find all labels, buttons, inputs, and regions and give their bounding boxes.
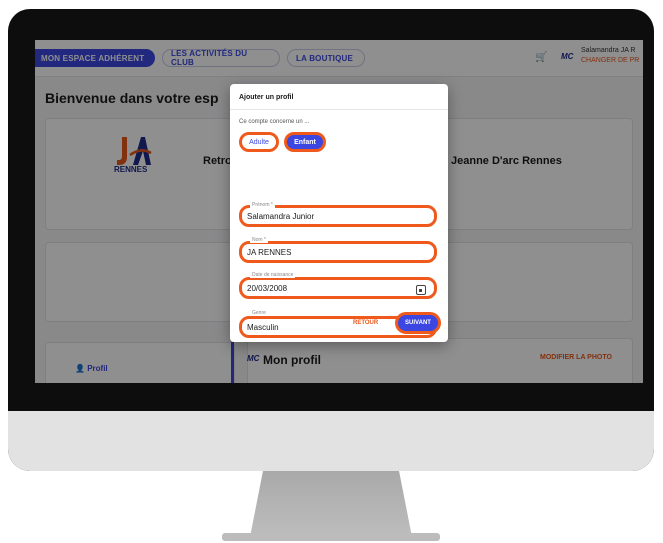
cart-icon[interactable]: 🛒 [535, 52, 547, 64]
prenom-label: Prénom * [250, 202, 275, 208]
header-logo: MC [561, 52, 574, 61]
sidebar-item-label: Profil [87, 364, 108, 373]
retour-button[interactable]: RETOUR [353, 320, 378, 326]
account-type-label: Ce compte concerne un ... [239, 119, 310, 125]
genre-label: Genre [250, 310, 268, 316]
dialog-title: Ajouter un profil [239, 94, 294, 101]
page-title: Bienvenue dans votre esp [45, 90, 219, 106]
adulte-button[interactable]: Adulte [239, 132, 279, 152]
screen: MON ESPACE ADHÉRENT LES ACTIVITÉS DU CLU… [35, 40, 643, 383]
birthdate-label: Date de naissance [250, 272, 296, 278]
user-name: Salamandra JA R [581, 47, 636, 54]
profile-title: Mon profil [263, 353, 321, 367]
suivant-button[interactable]: SUIVANT [395, 312, 441, 334]
sidebar-item-profil[interactable]: 👤 Profil [75, 364, 108, 373]
nom-field[interactable]: JA RENNES [239, 241, 437, 263]
change-profile-link[interactable]: CHANGER DE PR [581, 57, 639, 64]
enfant-button[interactable]: Enfant [284, 132, 326, 152]
club-name: Jeanne D'arc Rennes [451, 155, 562, 167]
tab-boutique[interactable]: LA BOUTIQUE [287, 49, 365, 67]
top-navigation: MON ESPACE ADHÉRENT LES ACTIVITÉS DU CLU… [35, 40, 643, 77]
profile-logo: MC [247, 354, 260, 363]
genre-value: Masculin [247, 322, 279, 332]
monitor-chin [8, 411, 654, 471]
divider [230, 109, 448, 110]
side-menu [45, 342, 235, 383]
modify-photo-link[interactable]: MODIFIER LA PHOTO [540, 354, 612, 361]
monitor-stand [250, 471, 412, 537]
add-profile-dialog: Ajouter un profil Ce compte concerne un … [230, 84, 448, 342]
sidebar-active-indicator [231, 342, 234, 383]
monitor-foot [222, 533, 440, 541]
birthdate-value: 20/03/2008 [247, 283, 288, 293]
prenom-field[interactable]: Salamandra Junior [239, 205, 437, 227]
tab-activites[interactable]: LES ACTIVITÉS DU CLUB [162, 49, 280, 67]
nom-label: Nom * [250, 237, 268, 243]
retro-text: Retro [203, 155, 232, 167]
calendar-icon[interactable] [416, 285, 426, 295]
birthdate-field[interactable]: 20/03/2008 [239, 277, 437, 299]
tab-mon-espace[interactable]: MON ESPACE ADHÉRENT [35, 49, 155, 67]
club-logo-text: RENNES [114, 165, 148, 174]
